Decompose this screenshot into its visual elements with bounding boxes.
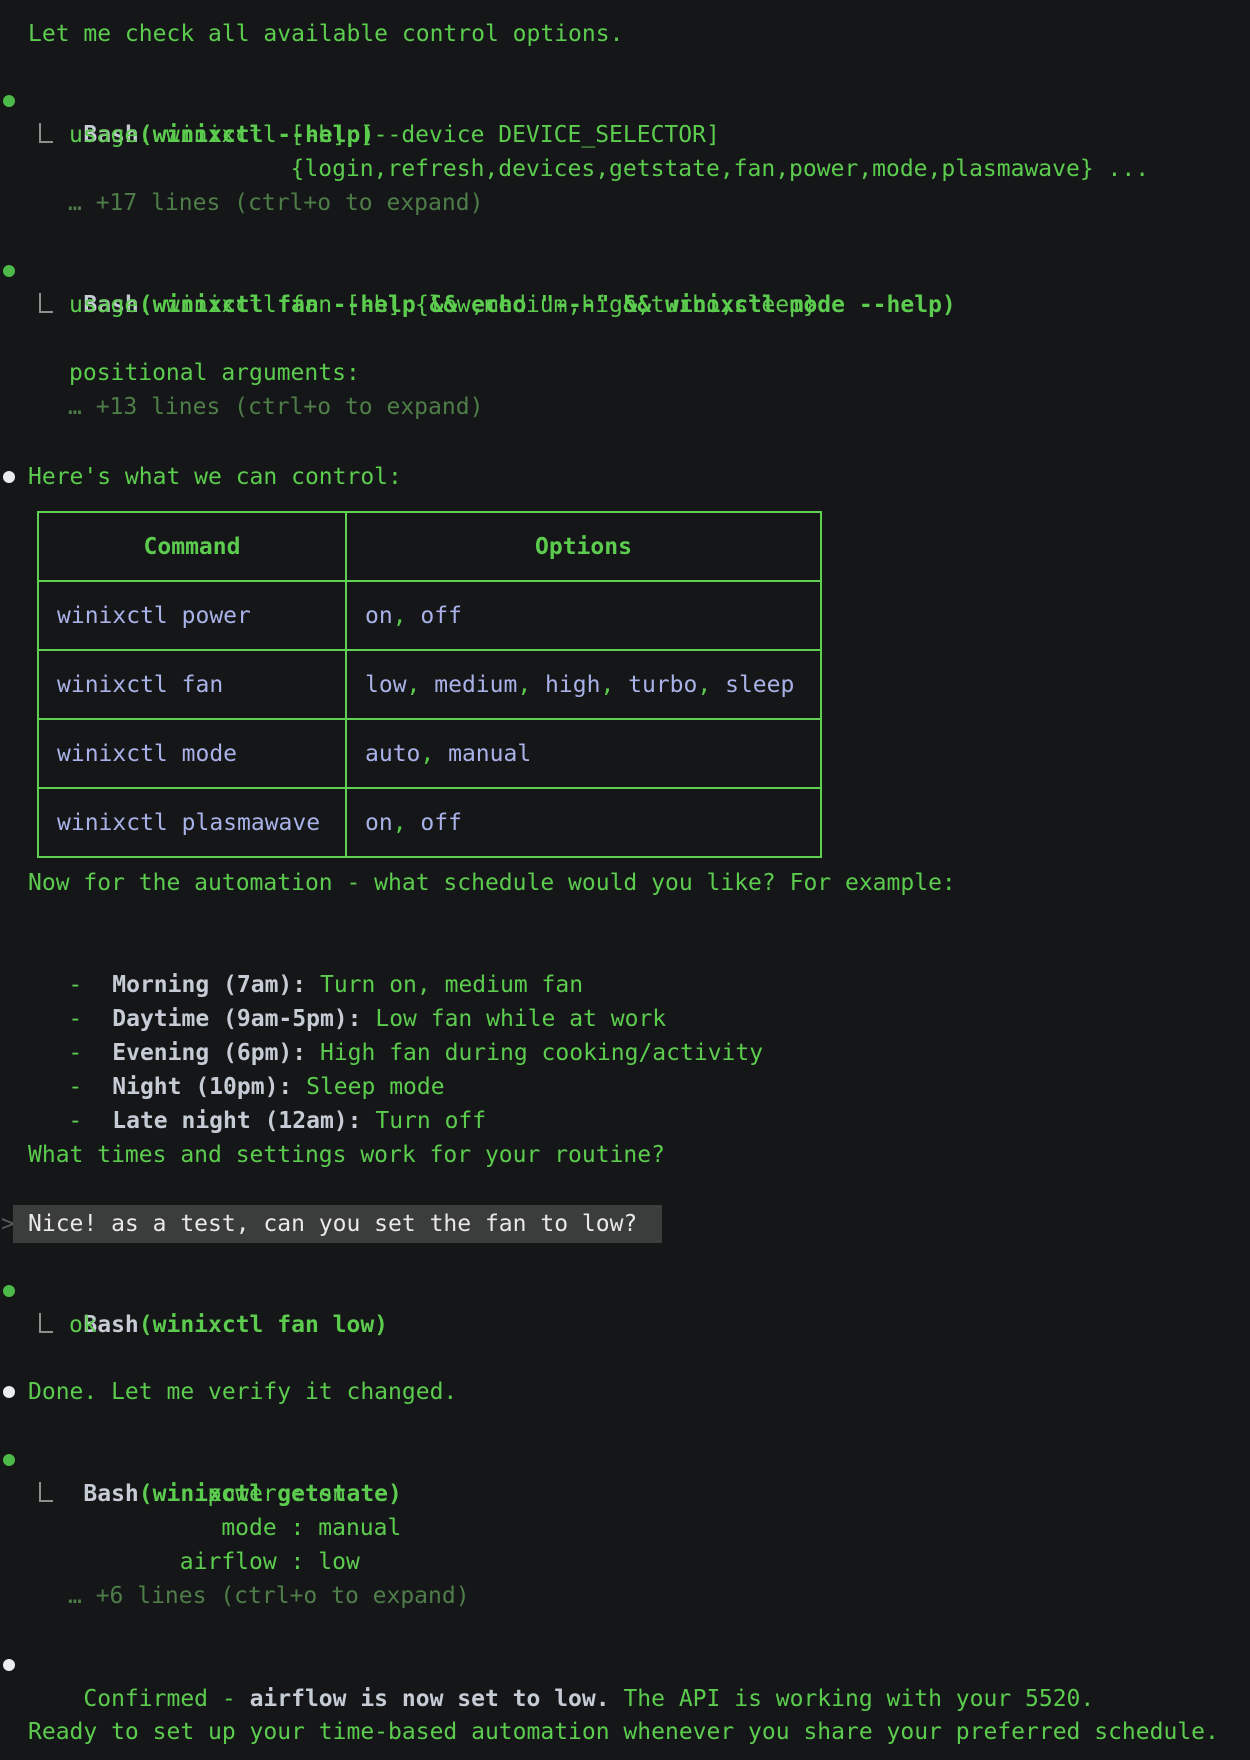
option-value: medium xyxy=(434,672,517,698)
tool-output-line: airflow : low xyxy=(69,1545,360,1579)
user-message-text: Nice! as a test, can you set the fan to … xyxy=(28,1205,637,1243)
list-item-label: Late night (12am): xyxy=(112,1108,361,1134)
option-value: low xyxy=(365,672,407,698)
tool-output-line: ok xyxy=(69,1308,97,1342)
schedule-list-item: -Daytime (9am-5pm):Low fan while at work xyxy=(13,968,666,1002)
command-cell: winixctl plasmawave xyxy=(57,810,320,836)
option-separator: , xyxy=(393,603,421,629)
option-value: off xyxy=(420,603,462,629)
tool-output-line: usage: winixctl [-h] [--device DEVICE_SE… xyxy=(69,118,720,152)
option-value: on xyxy=(365,810,393,836)
tool-bullet-icon xyxy=(3,95,15,107)
table-row: winixctl plasmawave on, off xyxy=(38,788,821,857)
command-cell: winixctl mode xyxy=(57,741,237,767)
message-bullet-icon xyxy=(3,1659,15,1671)
option-value: manual xyxy=(448,741,531,767)
confirmed-prefix: Confirmed - xyxy=(83,1686,249,1712)
option-separator: , xyxy=(393,810,421,836)
expand-hint[interactable]: … +13 lines (ctrl+o to expand) xyxy=(68,390,483,424)
list-item-desc: Turn off xyxy=(375,1108,486,1134)
list-dash: - xyxy=(68,1108,82,1134)
tool-bullet-icon xyxy=(3,265,15,277)
tool-output-line: positional arguments: xyxy=(69,356,360,390)
confirmed-bold: airflow is now set to low. xyxy=(250,1686,610,1712)
output-connector-icon xyxy=(39,293,53,313)
schedule-list-item: -Late night (12am):Turn off xyxy=(13,1070,486,1104)
expand-hint[interactable]: … +6 lines (ctrl+o to expand) xyxy=(68,1579,470,1613)
command-cell: winixctl fan xyxy=(57,672,223,698)
option-value: sleep xyxy=(725,672,794,698)
option-separator: , xyxy=(517,672,545,698)
confirmed-message: Confirmed - airflow is now set to low. T… xyxy=(28,1648,1094,1682)
table-row: winixctl fan low, medium, high, turbo, s… xyxy=(38,650,821,719)
output-connector-icon xyxy=(39,123,53,143)
tool-output-line: mode : manual xyxy=(69,1511,401,1545)
output-connector-icon xyxy=(39,1482,53,1502)
output-connector-icon xyxy=(39,1313,53,1333)
tool-output-line: power : on xyxy=(69,1477,346,1511)
table-row: winixctl power on, off xyxy=(38,581,821,650)
expand-hint[interactable]: … +17 lines (ctrl+o to expand) xyxy=(68,186,483,220)
assistant-control-heading: Here's what we can control: xyxy=(28,460,402,494)
automation-prompt: Now for the automation - what schedule w… xyxy=(28,866,956,900)
option-value: turbo xyxy=(628,672,697,698)
option-separator: , xyxy=(600,672,628,698)
user-message-row[interactable]: > Nice! as a test, can you set the fan t… xyxy=(0,1205,1250,1243)
message-bullet-icon xyxy=(3,471,15,483)
bash-tool-call-3: Bash(winixctl fan low) xyxy=(28,1274,388,1308)
option-separator: , xyxy=(407,672,435,698)
table-header-row: Command Options xyxy=(38,512,821,581)
message-bullet-icon xyxy=(3,1386,15,1398)
option-value: on xyxy=(365,603,393,629)
table-header-command: Command xyxy=(38,512,346,581)
assistant-intro-message: Let me check all available control optio… xyxy=(28,17,623,51)
confirmed-suffix: The API is working with your 5520. xyxy=(610,1686,1095,1712)
option-value: high xyxy=(545,672,600,698)
tool-output-line: usage: winixctl fan [-h] {low,medium,hig… xyxy=(69,288,817,322)
command-cell: winixctl power xyxy=(57,603,251,629)
done-message: Done. Let me verify it changed. xyxy=(28,1375,457,1409)
option-separator: , xyxy=(697,672,725,698)
bash-tool-call-4: Bash(winixctl getstate) xyxy=(28,1443,402,1477)
routine-question: What times and settings work for your ro… xyxy=(28,1138,665,1172)
schedule-list-item: -Morning (7am):Turn on, medium fan xyxy=(13,934,583,968)
tool-command: (winixctl fan low) xyxy=(139,1312,388,1338)
control-table: Command Options winixctl power on, off w… xyxy=(37,511,822,858)
tool-bullet-icon xyxy=(3,1454,15,1466)
bash-tool-call-1: Bash(winixctl --help) xyxy=(28,84,374,118)
table-header-options: Options xyxy=(346,512,821,581)
table-row: winixctl mode auto, manual xyxy=(38,719,821,788)
tool-bullet-icon xyxy=(3,1285,15,1297)
tool-output-line: {login,refresh,devices,getstate,fan,powe… xyxy=(69,152,1149,186)
schedule-list-item: -Evening (6pm):High fan during cooking/a… xyxy=(13,1002,763,1036)
bash-tool-call-2: Bash(winixctl fan --help && echo "---" &… xyxy=(28,254,956,288)
option-value: off xyxy=(420,810,462,836)
schedule-list-item: -Night (10pm):Sleep mode xyxy=(13,1036,445,1070)
option-separator: , xyxy=(420,741,448,767)
ready-message: Ready to set up your time-based automati… xyxy=(28,1715,1219,1749)
option-value: auto xyxy=(365,741,420,767)
terminal-screen: Let me check all available control optio… xyxy=(0,0,1250,1760)
